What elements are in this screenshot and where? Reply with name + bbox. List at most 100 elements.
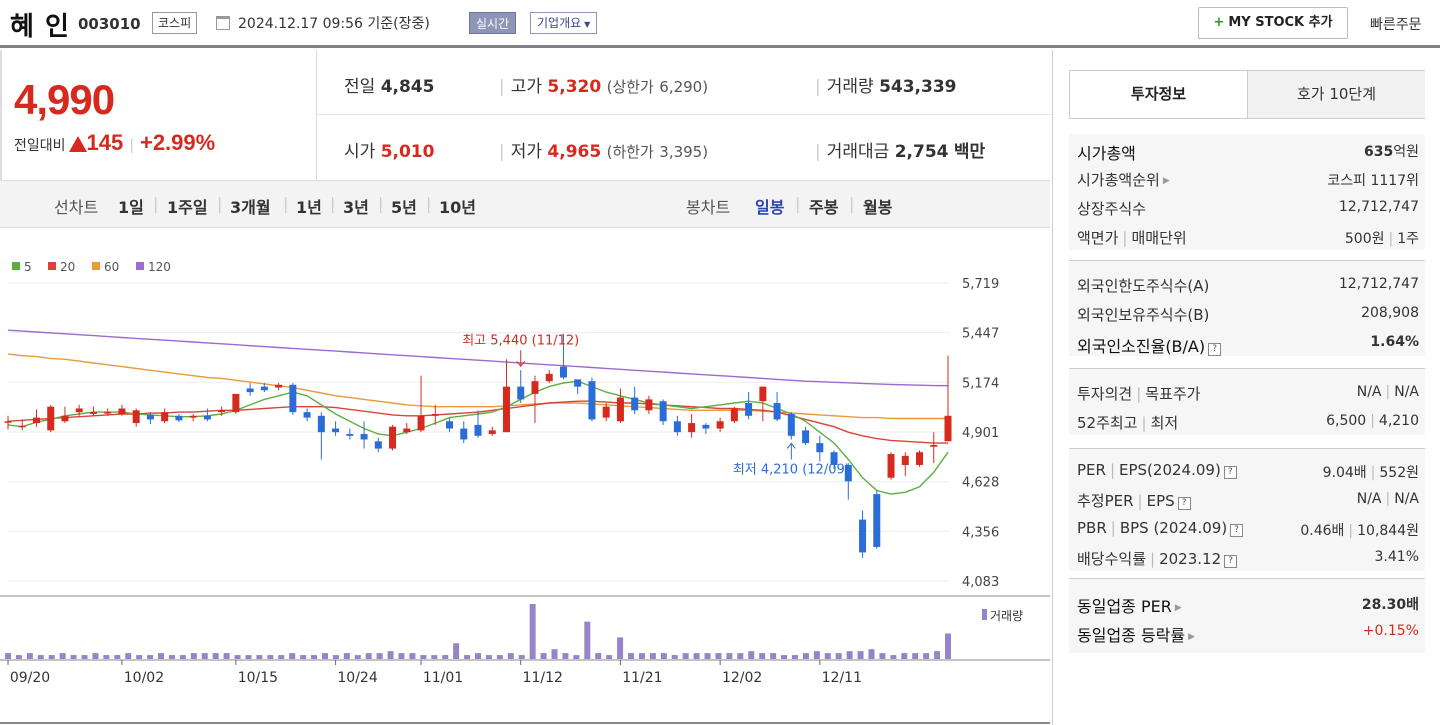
candle-daily[interactable]: 일봉 [755, 194, 784, 218]
week52-high-text: 52주최고 [1077, 414, 1138, 432]
candle-body [189, 415, 197, 418]
volume-bar [212, 653, 219, 659]
period-5y[interactable]: 5년 [391, 194, 417, 218]
par-value-text: 액면가 [1077, 229, 1119, 247]
add-mystock-button[interactable]: + MY STOCK 추가 [1198, 7, 1348, 39]
volume-bar [5, 653, 11, 659]
est-per-label: 추정PER | EPS? [1077, 490, 1191, 511]
company-overview-dropdown[interactable]: 기업개요 ▼ [530, 12, 598, 34]
candle-body [246, 388, 254, 393]
candle-body [161, 412, 169, 422]
help-icon[interactable]: ? [1223, 466, 1237, 479]
divider: | [1110, 519, 1116, 537]
volume-bar [464, 655, 471, 659]
quick-order-link[interactable]: 빠른주문 [1370, 14, 1422, 34]
candle-body [545, 373, 553, 382]
line-chart-label[interactable]: 선차트 [54, 194, 98, 218]
help-icon[interactable]: ? [1224, 555, 1238, 568]
candle-chart-label[interactable]: 봉차트 [686, 194, 730, 218]
divider: | [283, 194, 289, 213]
candle [787, 412, 795, 440]
legend-swatch [48, 262, 56, 270]
candle-weekly[interactable]: 주봉 [809, 194, 838, 218]
period-3m[interactable]: 3개월 [230, 194, 271, 218]
market-cap-rank-text: 시가총액순위 [1077, 171, 1160, 189]
period-3y[interactable]: 3년 [343, 194, 369, 218]
candle-body [645, 399, 653, 411]
volume-bar [628, 653, 635, 659]
info-group-valuation: PER | EPS(2024.09)? 9.04배 | 552원 추정PER | EPS? N/… [1069, 448, 1425, 571]
period-1d[interactable]: 1일 [118, 194, 144, 218]
realtime-button[interactable]: 실시간 [469, 12, 517, 34]
list-item[interactable]: 동일업종 PER ▶ 28.30배 [1069, 587, 1425, 616]
help-icon[interactable]: ? [1230, 524, 1244, 537]
candle-body [631, 397, 639, 411]
x-tick-label: 10/15 [238, 670, 278, 686]
candle-monthly[interactable]: 월봉 [863, 194, 892, 218]
candle-body [260, 386, 268, 391]
candle-body [332, 428, 340, 433]
price-change-row: 전일대비 145 | +2.99% [14, 130, 215, 156]
candle [673, 415, 681, 436]
day-high: | 고가 5,320 (상한가 6,290) [499, 72, 708, 97]
volume-bar [802, 653, 809, 659]
period-1y[interactable]: 1년 [296, 194, 322, 218]
chart-toolbar: 선차트 1일 | 1주일 | 3개월 | 1년 | 3년 | 5년 | 10년 … [0, 180, 1050, 228]
tab-investment-info[interactable]: 투자정보 [1070, 71, 1248, 118]
opinion-text: 투자의견 [1077, 385, 1133, 403]
upper-limit-value: 6,290) [659, 78, 709, 96]
help-icon[interactable]: ? [1208, 343, 1222, 356]
chevron-right-icon: ▶ [1162, 176, 1170, 186]
day-low: | 저가 4,965 (하한가 3,395) [499, 137, 708, 162]
divider: | [1141, 414, 1147, 432]
candle [32, 409, 40, 427]
candle [602, 403, 610, 422]
divider: | [795, 194, 801, 213]
x-tick-label: 10/02 [124, 670, 164, 686]
list-item[interactable]: 동일업종 등락률 ▶ +0.15% [1069, 616, 1425, 645]
industry-per-value: 28.30배 [1362, 594, 1419, 614]
volume-bar [168, 655, 175, 659]
divider: | [1370, 465, 1376, 481]
help-icon[interactable]: ? [1177, 497, 1191, 510]
bps-number: 10,844원 [1357, 523, 1419, 539]
dividend-label: 배당수익률 | 2023.12? [1077, 548, 1238, 569]
pbr-label: PBR | BPS (2024.09)? [1077, 519, 1244, 537]
y-tick-label: 5,174 [962, 376, 999, 391]
market-cap-unit: 억원 [1393, 144, 1419, 160]
tab-order-book[interactable]: 호가 10단계 [1248, 71, 1425, 118]
list-item: 추정PER | EPS? N/A | N/A [1069, 484, 1425, 513]
candle-body [4, 421, 12, 423]
candle-body [460, 428, 468, 440]
volume-bar [704, 653, 711, 659]
candle [332, 421, 340, 436]
legend-label: 5 [24, 260, 32, 274]
volume-bar [26, 653, 33, 659]
volume-bar [617, 637, 624, 659]
candle-body [61, 415, 69, 422]
up-triangle-icon [68, 136, 87, 152]
candle-body [873, 494, 881, 547]
volume-label: 거래량 [826, 77, 874, 97]
period-10y[interactable]: 10년 [439, 194, 476, 218]
volume-bar [15, 655, 22, 659]
volume-bar [638, 653, 645, 659]
volume-bar [37, 655, 44, 659]
period-1w[interactable]: 1주일 [167, 194, 208, 218]
industry-change-value: +0.15% [1363, 623, 1419, 639]
volume-bar [59, 653, 66, 659]
volume-bar [420, 655, 427, 659]
volume-bar [715, 653, 722, 659]
volume-bar [890, 655, 897, 659]
volume-bar [343, 653, 350, 659]
list-item[interactable]: 시가총액순위 ▶ 코스피 1117위 [1069, 163, 1425, 192]
candle-body [730, 408, 738, 422]
foreign-ratio-number: 1.64% [1370, 334, 1419, 350]
candle-body [887, 454, 895, 478]
opinion-number: N/A [1356, 384, 1382, 400]
volume-bar [748, 651, 755, 659]
candle [859, 510, 867, 558]
divider: | [849, 194, 855, 213]
candle [645, 395, 653, 414]
candle-body [431, 413, 439, 416]
